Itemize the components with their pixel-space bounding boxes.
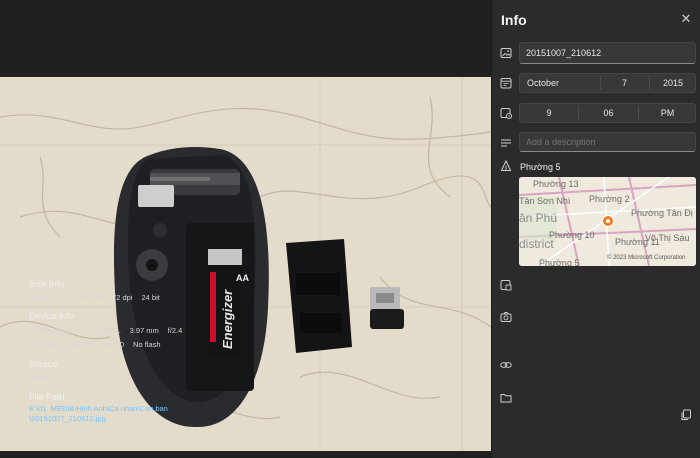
- battery-brand-text: Energizer: [220, 289, 235, 349]
- photo-viewer: AA Energizer: [0, 0, 491, 458]
- file-path-link-line2[interactable]: \20151007_210612.jpg: [29, 414, 106, 424]
- battery-cover-shape: [286, 239, 352, 353]
- source-value: This PC: [29, 373, 56, 382]
- clock-icon: [500, 107, 512, 119]
- date-month[interactable]: October: [527, 74, 599, 92]
- device-focal: 3.97 mm: [129, 326, 159, 335]
- description-input[interactable]: [519, 132, 696, 152]
- text-lines-icon: [500, 137, 512, 149]
- calendar-icon: [500, 77, 512, 89]
- map-label-4: Phường Tân Đị: [631, 208, 693, 218]
- device-flash: No flash: [133, 340, 161, 349]
- size-dims: 4160 x 3120: [29, 293, 71, 302]
- source-label: Source: [29, 359, 58, 369]
- size-bits: 24 bit: [141, 293, 160, 302]
- device-iso: ISO 300: [66, 340, 94, 349]
- photo-canvas[interactable]: AA Energizer: [0, 77, 491, 451]
- device-make: LG Electronics: [29, 326, 78, 335]
- panel-title: Info: [501, 12, 527, 28]
- time-picker[interactable]: 9 06 PM: [519, 103, 696, 123]
- filename-input[interactable]: 20151007_210612: [519, 42, 696, 64]
- file-path-link-line1[interactable]: E:\01. MEDIA\Hinh Anh\Ca nhan\Can ban: [29, 404, 168, 414]
- map-label-6: Phường 10: [549, 230, 595, 240]
- map-label-3: Phường 2: [589, 194, 630, 204]
- copy-icon[interactable]: [680, 408, 692, 420]
- size-icon: [500, 279, 512, 291]
- size-info-values: 4160 x 3120 4.1 MB 72 dpi 24 bit: [29, 293, 169, 302]
- file-path-label: File Path: [29, 392, 65, 402]
- device-shutter: 1/15 sec: [29, 340, 58, 349]
- photo-image: AA Energizer: [0, 77, 491, 451]
- date-picker[interactable]: October 7 2015: [519, 73, 696, 93]
- map-label-1: Phường 13: [533, 179, 579, 189]
- device-info-row2: 1/15 sec ISO 300 EXP 0 No flash: [29, 340, 170, 349]
- folder-icon: [500, 392, 512, 404]
- map-copyright: © 2023 Microsoft Corporation: [607, 255, 686, 261]
- device-info-row1: LG Electronics LG-F320L 3.97 mm f/2.4: [29, 326, 191, 335]
- filename-value: 20151007_210612: [526, 48, 602, 58]
- location-map[interactable]: Phường 13 Tân Sơn Nhì Phường 2 Phường Tâ…: [519, 177, 696, 266]
- map-label-8: Võ Thị Sáu: [645, 233, 690, 243]
- time-hour[interactable]: 9: [520, 104, 578, 122]
- date-day[interactable]: 7: [601, 74, 648, 92]
- device-info-label: Device Info: [29, 311, 75, 321]
- mouse-shape: [113, 147, 269, 428]
- map-label-2: Tân Sơn Nhì: [519, 196, 571, 206]
- image-icon: [500, 47, 512, 59]
- map-label-10: Phường 5: [539, 258, 580, 266]
- device-exposure: EXP 0: [102, 340, 125, 349]
- device-aperture: f/2.4: [167, 326, 183, 335]
- size-info-label: Size Info: [29, 279, 65, 289]
- device-model: LG-F320L: [86, 326, 121, 335]
- map-label-5: ân Phú: [519, 211, 558, 225]
- usb-receiver-shape: [370, 287, 404, 329]
- date-year[interactable]: 2015: [650, 74, 696, 92]
- map-label-9: district: [519, 237, 554, 251]
- camera-icon: [500, 311, 512, 323]
- location-name: Phường 5: [520, 162, 561, 172]
- map-pin-icon: [602, 215, 614, 227]
- battery-size-text: AA: [236, 273, 249, 283]
- time-minute[interactable]: 06: [579, 104, 638, 122]
- close-icon[interactable]: ✕: [678, 11, 694, 27]
- size-dpi: 72 dpi: [112, 293, 133, 302]
- location-tree-icon: [500, 160, 512, 172]
- time-ampm[interactable]: PM: [639, 104, 696, 122]
- link-icon: [500, 359, 512, 371]
- size-filesize: 4.1 MB: [79, 293, 104, 302]
